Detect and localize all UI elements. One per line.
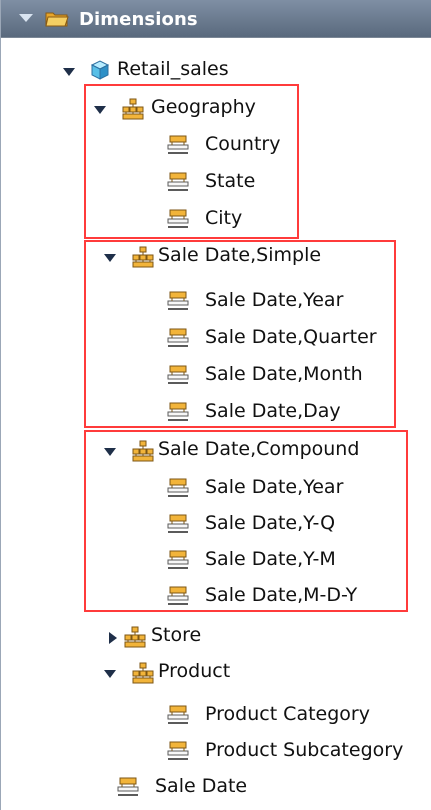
level-icon — [167, 741, 189, 760]
tree-label: Sale Date,Y-M — [205, 548, 336, 570]
hierarchy-icon — [132, 440, 154, 462]
level-icon — [167, 209, 189, 228]
hierarchy-icon — [132, 246, 154, 268]
level-icon — [167, 365, 189, 384]
hierarchy-icon — [124, 626, 146, 648]
tree-label: Sale Date,Year — [205, 476, 344, 498]
dimensions-title: Dimensions — [79, 9, 198, 30]
tree-label: Product — [158, 660, 231, 682]
tree-label: Product Category — [205, 703, 370, 725]
collapsed-arrow-icon[interactable] — [109, 632, 117, 644]
level-icon — [167, 550, 189, 569]
level-icon — [167, 135, 189, 154]
tree-label: Product Subcategory — [205, 739, 404, 761]
level-icon — [167, 478, 189, 497]
level-icon — [167, 291, 189, 310]
level-icon — [117, 777, 139, 796]
cube-icon — [90, 60, 110, 80]
tree-label: Sale Date,Month — [205, 363, 363, 385]
tree-label: Sale Date,Compound — [158, 438, 360, 460]
collapse-arrow-icon[interactable] — [19, 14, 33, 22]
expand-arrow-icon[interactable] — [104, 670, 116, 678]
expand-arrow-icon[interactable] — [104, 254, 116, 262]
tree-label: State — [205, 170, 256, 192]
tree-label: Country — [205, 133, 281, 155]
expand-arrow-icon[interactable] — [104, 448, 116, 456]
tree-label: Geography — [151, 96, 256, 118]
level-icon — [167, 172, 189, 191]
expand-arrow-icon[interactable] — [94, 106, 106, 114]
tree-label: Retail_sales — [117, 58, 229, 80]
level-icon — [167, 586, 189, 605]
tree-label: Sale Date,Y-Q — [205, 512, 336, 534]
level-icon — [167, 402, 189, 421]
tree-label: Sale Date,M-D-Y — [205, 584, 358, 606]
tree-label: Sale Date — [155, 775, 248, 797]
dimensions-panel: Dimensions Retail_sales Geography Countr… — [0, 0, 431, 810]
tree-label: Sale Date,Day — [205, 400, 341, 422]
expand-arrow-icon[interactable] — [63, 68, 75, 76]
dimensions-header[interactable]: Dimensions — [1, 0, 431, 38]
open-folder-icon — [45, 12, 69, 27]
level-icon — [167, 514, 189, 533]
tree-label: Store — [151, 624, 202, 646]
tree-label: Sale Date,Quarter — [205, 326, 377, 348]
hierarchy-icon — [122, 98, 144, 120]
tree-label: City — [205, 207, 243, 229]
tree-label: Sale Date,Year — [205, 289, 344, 311]
level-icon — [167, 328, 189, 347]
level-icon — [167, 705, 189, 724]
tree-label: Sale Date,Simple — [158, 244, 322, 266]
hierarchy-icon — [132, 662, 154, 684]
